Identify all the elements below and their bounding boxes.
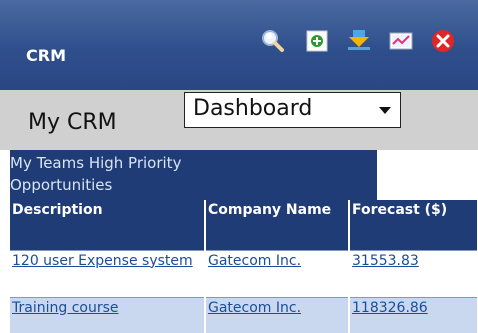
view-select[interactable]: Dashboard <box>184 92 401 128</box>
chevron-down-icon <box>379 107 391 114</box>
search-icon[interactable] <box>258 26 288 56</box>
download-icon[interactable] <box>344 26 374 56</box>
toolbar: My CRM Dashboard <box>0 90 478 150</box>
table-row: 120 user Expense system Gatecom Inc. 315… <box>10 249 478 297</box>
panel-title-bar: My Teams High Priority Opportunities <box>10 150 377 200</box>
close-icon[interactable] <box>428 26 458 56</box>
opportunities-table: Description Company Name Forecast ($) 12… <box>10 200 478 333</box>
panel-title: My Teams High Priority Opportunities <box>10 154 182 194</box>
table-row: Training course Gatecom Inc. 118326.86 <box>10 296 478 333</box>
app-header: CRM <box>0 0 478 90</box>
view-select-value: Dashboard <box>193 96 313 121</box>
column-header-company-name[interactable]: Company Name <box>205 200 350 250</box>
chart-icon[interactable] <box>386 26 416 56</box>
description-link[interactable]: Training course <box>10 296 206 333</box>
column-header-description[interactable]: Description <box>10 200 206 250</box>
add-icon[interactable] <box>302 26 332 56</box>
column-header-forecast[interactable]: Forecast ($) <box>349 200 478 250</box>
company-link[interactable]: Gatecom Inc. <box>205 249 350 297</box>
description-link[interactable]: 120 user Expense system <box>10 249 206 297</box>
app-title: CRM <box>26 46 66 65</box>
table-header-row: Description Company Name Forecast ($) <box>10 200 478 250</box>
forecast-link[interactable]: 118326.86 <box>349 296 478 333</box>
forecast-link[interactable]: 31553.83 <box>349 249 478 297</box>
company-link[interactable]: Gatecom Inc. <box>205 296 350 333</box>
toolbar-label: My CRM <box>28 110 117 135</box>
